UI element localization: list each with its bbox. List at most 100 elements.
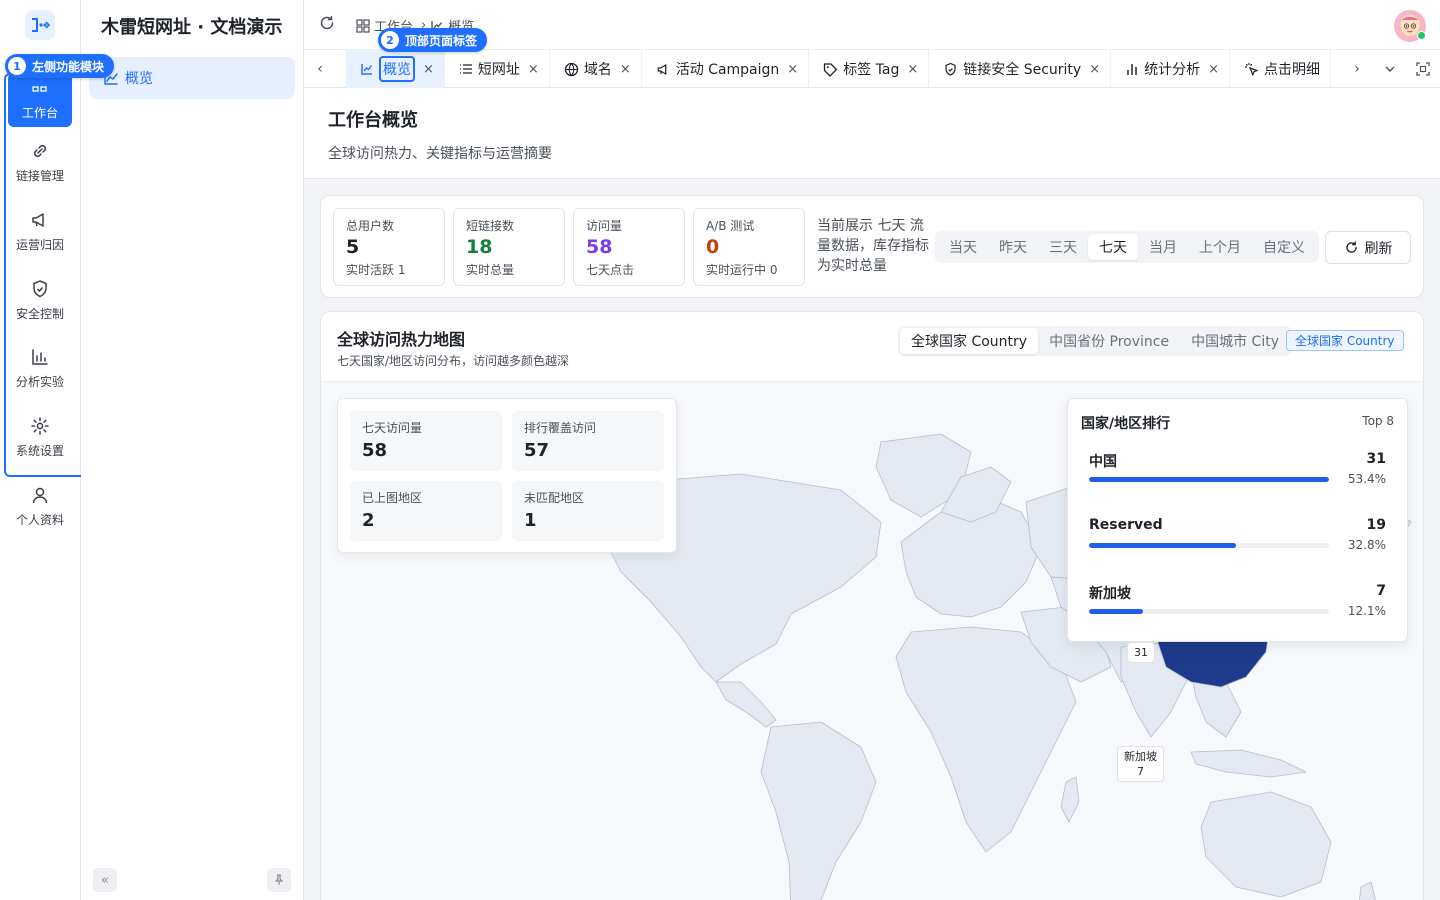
scope-option-country[interactable]: 全球国家 Country: [900, 328, 1039, 354]
callout-left-modules: 1 左侧功能模块: [5, 54, 115, 78]
megaphone-icon: [656, 62, 671, 77]
summary-label: 七天访问量: [362, 421, 423, 435]
heatmap-card: 全球访问热力地图 七天国家/地区访问分布，访问越多颜色越深 全球国家 Count…: [320, 311, 1424, 900]
australia-shape: [1200, 791, 1332, 898]
refresh-button[interactable]: 刷新: [1325, 231, 1411, 264]
close-icon[interactable]: ×: [528, 62, 539, 77]
reload-page-button[interactable]: [318, 14, 336, 36]
ranking-percent: 53.4%: [1347, 472, 1386, 486]
range-option-7days[interactable]: 七天: [1088, 234, 1138, 260]
ranking-top-count: Top 8: [1362, 414, 1394, 428]
ranking-count: 7: [1376, 583, 1386, 599]
ranking-bar-fill: [1089, 543, 1237, 548]
range-option-custom[interactable]: 自定义: [1252, 234, 1316, 260]
callout-top-tabs: 2 顶部页面标签: [378, 28, 488, 52]
callout-number: 1: [8, 57, 26, 75]
ranking-row: 新加坡 7 12.1%: [1089, 583, 1386, 629]
tab-label: 链接安全 Security: [963, 62, 1082, 78]
region-ranking-panel: 国家/地区排行 Top 8 中国 31 53.4% Reserved 19 32…: [1067, 398, 1408, 642]
double-chevron-left-icon: «: [101, 872, 109, 888]
ranking-percent: 12.1%: [1347, 604, 1386, 618]
range-option-yesterday[interactable]: 昨天: [988, 234, 1038, 260]
rail-label: 个人资料: [15, 513, 64, 527]
ranking-row: 中国 31 53.4%: [1089, 451, 1386, 497]
current-scope-badge: 全球国家 Country: [1286, 330, 1404, 351]
close-icon[interactable]: ×: [1208, 62, 1219, 77]
south-america-shape: [760, 721, 877, 900]
close-icon[interactable]: ×: [423, 62, 434, 77]
kpi-note: 实时运行中 0: [706, 263, 778, 277]
sidebar-item-overview[interactable]: 概览: [89, 57, 295, 99]
dashboard-icon: [356, 18, 370, 33]
tab-overview[interactable]: 概览 ×: [346, 50, 445, 88]
summary-label: 已上图地区: [362, 491, 423, 505]
summary-value: 2: [362, 510, 375, 531]
kpi-label: 短链接数: [466, 219, 515, 233]
chevron-left-icon: ‹: [317, 61, 323, 77]
logo-icon: [32, 18, 50, 32]
map-marker-singapore[interactable]: 新加坡 7: [1117, 746, 1164, 782]
ranking-bar-track: [1089, 543, 1329, 548]
kpi-label: 访问量: [586, 219, 623, 233]
page-title: 工作台概览: [328, 110, 418, 131]
kpi-value: 58: [586, 236, 613, 258]
pin-sidebar-button[interactable]: [267, 868, 291, 892]
summary-label: 未匹配地区: [524, 491, 585, 505]
tab-click-details[interactable]: 点击明细: [1230, 50, 1332, 88]
world-map[interactable]: 七天访问量 58 排行覆盖访问 57 已上图地区 2 未匹配地区 1 国家/地区…: [321, 381, 1423, 900]
summary-value: 57: [524, 440, 550, 461]
tab-security[interactable]: 链接安全 Security ×: [929, 50, 1112, 88]
click-icon: [1244, 62, 1259, 77]
module-rail: 工作台 链接管理 运营归因 安全控制 分析实验 系统设置 个人资料: [0, 0, 86, 900]
tab-list: 概览 × 短网址 × 域名 × 活动 Campaign × 标签 Tag × 链…: [346, 50, 1336, 88]
tab-short-links[interactable]: 短网址 ×: [445, 50, 550, 88]
marker-value: 7: [1137, 765, 1144, 778]
tabs-scroll-left-button[interactable]: ‹: [309, 58, 331, 80]
collapse-sidebar-button[interactable]: «: [93, 868, 117, 892]
tag-icon: [823, 62, 838, 77]
scope-option-city[interactable]: 中国城市 City: [1180, 328, 1290, 354]
map-title: 全球访问热力地图: [337, 330, 466, 349]
range-option-3days[interactable]: 三天: [1038, 234, 1088, 260]
page-tab-bar: ‹ 概览 × 短网址 × 域名 × 活动 Campaign × 标签 Tag ×: [304, 50, 1440, 88]
rail-item-profile[interactable]: 个人资料: [8, 480, 72, 534]
chart-line-icon: [360, 62, 374, 76]
tab-domains[interactable]: 域名 ×: [550, 50, 642, 88]
indonesia-shape: [1190, 749, 1307, 778]
refresh-icon: [1345, 241, 1357, 253]
tabs-menu-button[interactable]: [1379, 58, 1401, 80]
scope-option-province[interactable]: 中国省份 Province: [1038, 328, 1180, 354]
fullscreen-button[interactable]: [1412, 58, 1434, 80]
tab-statistics[interactable]: 统计分析 ×: [1111, 50, 1231, 88]
tab-label: 统计分析: [1144, 62, 1201, 78]
close-icon[interactable]: ×: [907, 62, 918, 77]
tab-campaign[interactable]: 活动 Campaign ×: [642, 50, 810, 88]
page-header: 工作台概览 全球访问热力、关键指标与运营摘要: [304, 88, 1440, 179]
tab-label: 概览: [379, 56, 415, 82]
tabs-scroll-right-button[interactable]: ›: [1346, 58, 1368, 80]
tab-label: 短网址: [477, 62, 520, 78]
tab-label: 活动 Campaign: [675, 62, 780, 78]
range-option-today[interactable]: 当天: [938, 234, 988, 260]
time-range-selector: 当天 昨天 三天 七天 当月 上个月 自定义: [935, 231, 1319, 263]
ranking-bar-fill: [1089, 609, 1144, 614]
app-logo[interactable]: [25, 10, 55, 40]
ranking-name: 中国: [1089, 454, 1117, 470]
rail-highlight-frame: [4, 73, 86, 477]
tab-tags[interactable]: 标签 Tag ×: [809, 50, 930, 88]
close-icon[interactable]: ×: [1089, 62, 1100, 77]
list-icon: [459, 62, 473, 76]
summary-unmatched-regions: 未匹配地区 1: [512, 481, 664, 541]
madagascar-shape: [1060, 776, 1080, 823]
range-option-last-month[interactable]: 上个月: [1188, 234, 1252, 260]
ranking-title: 国家/地区排行: [1081, 416, 1171, 432]
map-marker-china[interactable]: 31: [1127, 642, 1155, 663]
shield-icon: [943, 62, 958, 77]
close-icon[interactable]: ×: [620, 62, 631, 77]
close-icon[interactable]: ×: [787, 62, 798, 77]
marker-value: 31: [1134, 646, 1148, 659]
range-option-this-month[interactable]: 当月: [1138, 234, 1188, 260]
secondary-sidebar: 木雷短网址 · 文档演示 概览 «: [81, 0, 304, 900]
ranking-bar-track: [1089, 477, 1329, 482]
refresh-icon: [320, 15, 334, 30]
